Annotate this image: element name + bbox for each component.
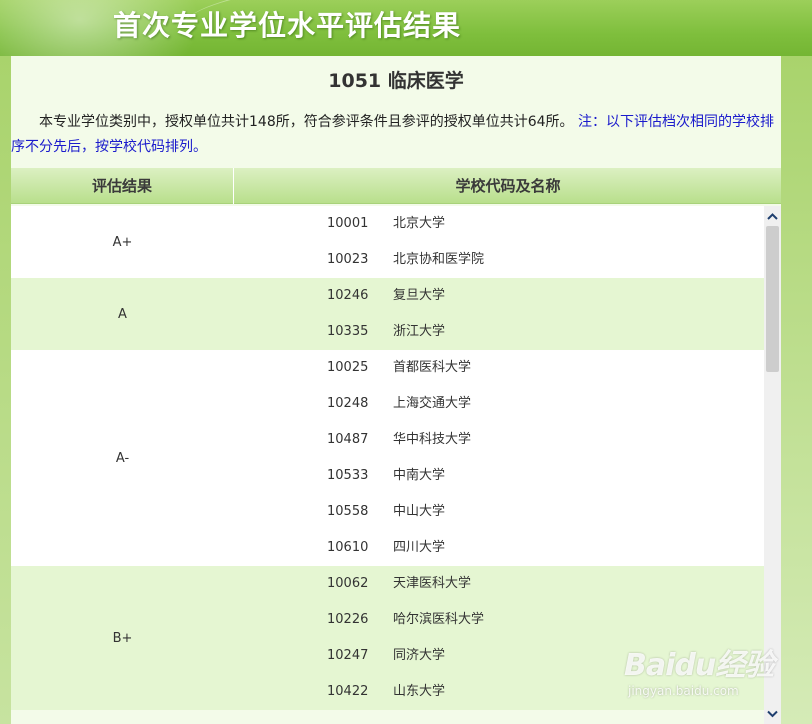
school-name: 首都医科大学	[393, 360, 472, 375]
school-code: 10062	[327, 576, 369, 591]
table-row: 10422 山东大学	[11, 674, 764, 710]
scroll-down-button[interactable]	[764, 705, 781, 722]
school-name: 华中科技大学	[393, 432, 472, 447]
school-code: 10247	[327, 648, 369, 663]
school-code: 10558	[327, 504, 369, 519]
school-code: 10226	[327, 612, 369, 627]
school-name: 北京协和医学院	[393, 252, 485, 267]
chevron-up-icon	[767, 213, 778, 220]
school-code: 10001	[327, 216, 369, 231]
grade-group: B+ 10062 天津医科大学 10226 哈尔滨医科大学 10247 同济大学 10422 山…	[11, 566, 764, 710]
school-code: 10023	[327, 252, 369, 267]
school-name: 北京大学	[393, 216, 446, 231]
table-row: 10023 北京协和医学院	[11, 242, 764, 278]
results-table-body[interactable]: A+ 10001 北京大学 10023 北京协和医学院 A 10246 复旦大学 10335 浙江…	[11, 206, 764, 724]
school-name: 四川大学	[393, 540, 446, 555]
left-border	[0, 56, 11, 724]
scroll-thumb[interactable]	[766, 226, 779, 372]
table-row: 10025 首都医科大学	[11, 350, 764, 386]
school-name: 哈尔滨医科大学	[393, 612, 485, 627]
grade-group: A- 10025 首都医科大学 10248 上海交通大学 10487 华中科技大学 10533…	[11, 350, 764, 566]
school-name: 中南大学	[393, 468, 446, 483]
school-code: 10246	[327, 288, 369, 303]
table-row: 10226 哈尔滨医科大学	[11, 602, 764, 638]
grade-group: A+ 10001 北京大学 10023 北京协和医学院	[11, 206, 764, 278]
chevron-down-icon	[767, 710, 778, 718]
school-name: 上海交通大学	[393, 396, 472, 411]
right-border	[781, 56, 812, 724]
school-name: 中山大学	[393, 504, 446, 519]
grade-group: A 10246 复旦大学 10335 浙江大学	[11, 278, 764, 350]
school-code: 10487	[327, 432, 369, 447]
school-name: 同济大学	[393, 648, 446, 663]
school-code: 10610	[327, 540, 369, 555]
page-banner: 首次专业学位水平评估结果	[0, 0, 812, 56]
header-grade: 评估结果	[11, 168, 234, 204]
major-title: 1051 临床医学	[328, 70, 464, 92]
school-code: 10335	[327, 324, 369, 339]
school-code: 10422	[327, 684, 369, 699]
intro-text: 本专业学位类别中，授权单位共计148所，符合参评条件且参评的授权单位共计64所。	[39, 114, 574, 130]
school-code: 10533	[327, 468, 369, 483]
vertical-scrollbar[interactable]	[764, 206, 781, 724]
intro-paragraph: 本专业学位类别中，授权单位共计148所，符合参评条件且参评的授权单位共计64所。…	[11, 110, 781, 160]
school-name: 复旦大学	[393, 288, 446, 303]
scroll-up-button[interactable]	[764, 208, 781, 225]
table-row: 10247 同济大学	[11, 638, 764, 674]
table-row: 10533 中南大学	[11, 458, 764, 494]
table-row: 10062 天津医科大学	[11, 566, 764, 602]
school-code: 10248	[327, 396, 369, 411]
table-row: 10001 北京大学	[11, 206, 764, 242]
table-row: 10248 上海交通大学	[11, 386, 764, 422]
school-name: 天津医科大学	[393, 576, 472, 591]
table-row: 10335 浙江大学	[11, 314, 764, 350]
school-code: 10025	[327, 360, 369, 375]
header-school: 学校代码及名称	[455, 177, 561, 195]
table-row: 10558 中山大学	[11, 494, 764, 530]
school-name: 浙江大学	[393, 324, 446, 339]
table-row: 10246 复旦大学	[11, 278, 764, 314]
table-header: 评估结果 学校代码及名称	[11, 168, 781, 204]
table-row: 10610 四川大学	[11, 530, 764, 566]
table-row: 10487 华中科技大学	[11, 422, 764, 458]
banner-title: 首次专业学位水平评估结果	[113, 9, 462, 42]
school-name: 山东大学	[393, 684, 446, 699]
